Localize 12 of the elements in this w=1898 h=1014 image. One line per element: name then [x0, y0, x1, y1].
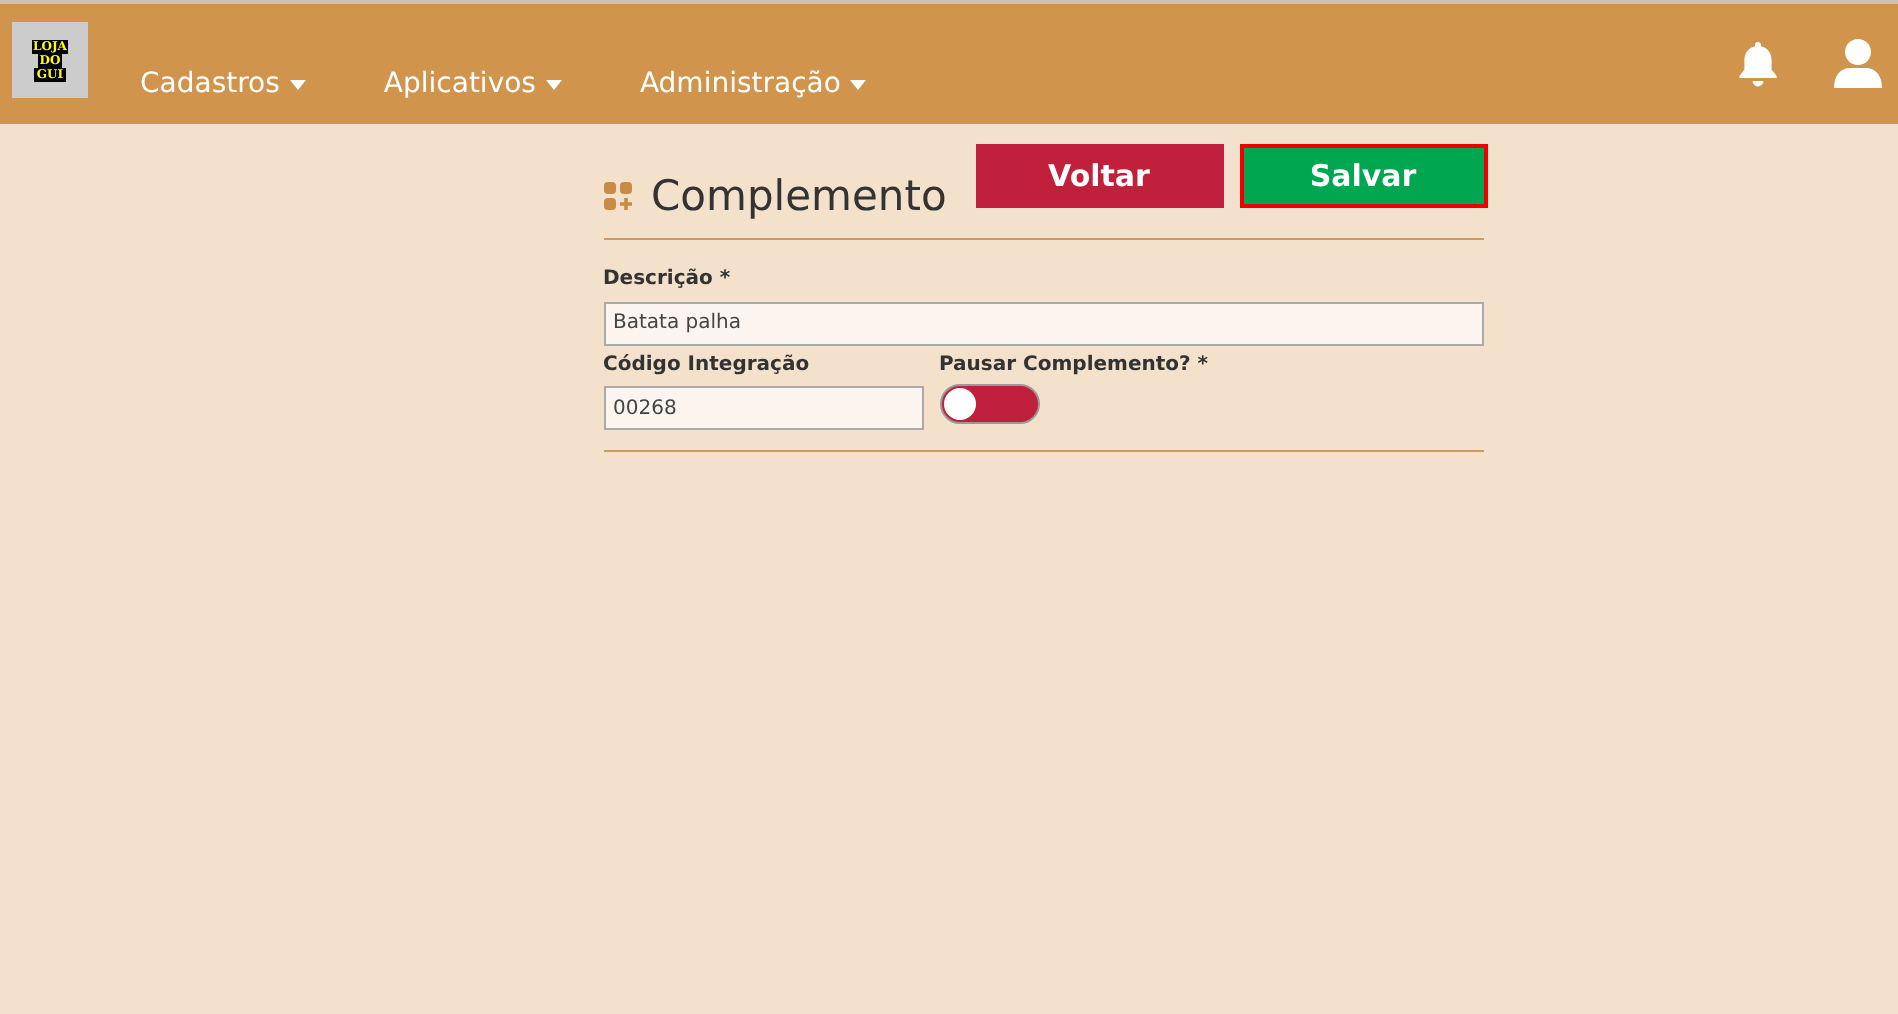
back-button[interactable]: Voltar — [975, 144, 1223, 208]
input-field[interactable]: Batata palha — [603, 301, 1483, 345]
field-label: Pausar Complemento? * — [939, 353, 1209, 375]
input-field[interactable]: 00268 — [603, 386, 923, 430]
field-label: Código Integração — [603, 353, 812, 375]
user-icon[interactable] — [1832, 38, 1884, 90]
save-button[interactable]: Salvar — [1239, 144, 1487, 208]
bell-icon[interactable] — [1736, 40, 1780, 88]
apps-icon — [603, 181, 633, 211]
toggle-switch[interactable] — [939, 383, 1039, 423]
page-title: Complemento — [651, 172, 947, 220]
field-label: Descrição * — [603, 268, 733, 290]
